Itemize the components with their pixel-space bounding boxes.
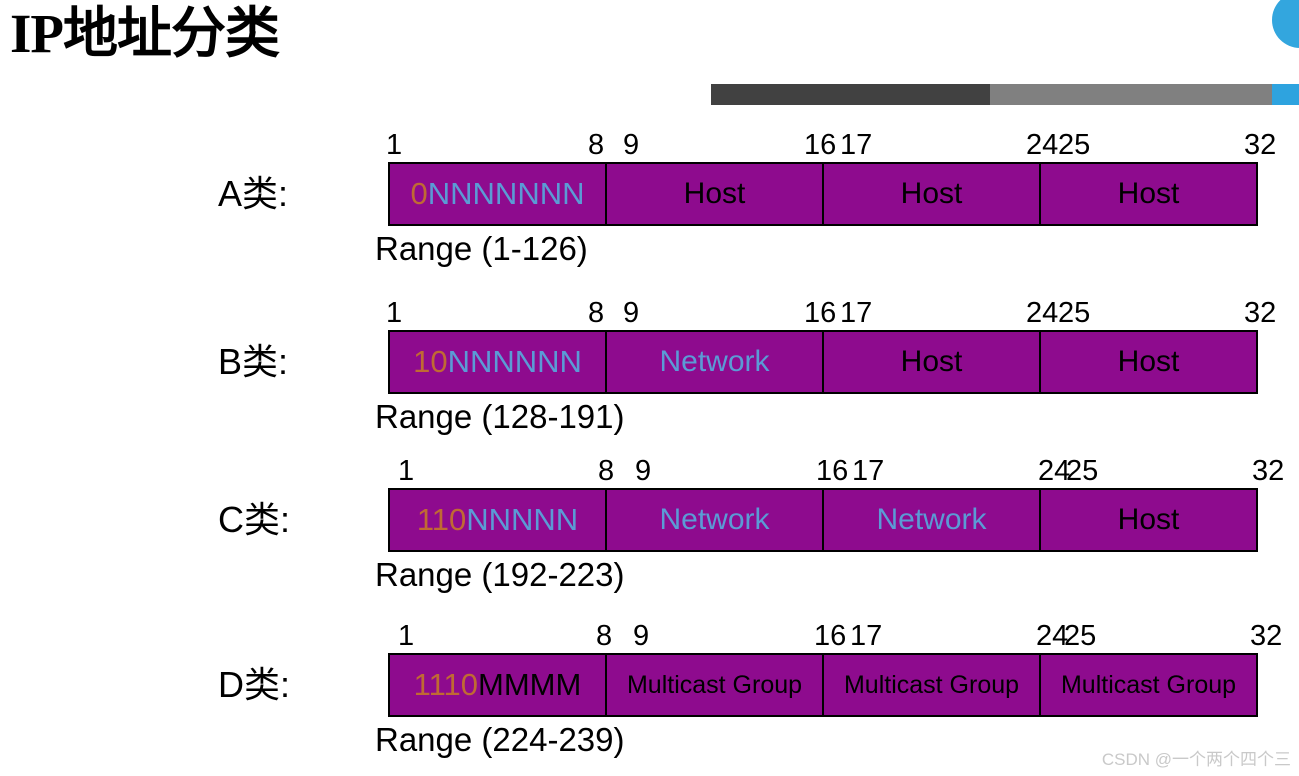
class-range-label: Range (128-191)	[375, 398, 625, 435]
watermark: CSDN @一个两个四个三	[1101, 750, 1291, 769]
bit-tick: 8	[598, 455, 615, 487]
prefix-bits: 0	[410, 176, 428, 211]
bit-tick: 1	[398, 620, 415, 652]
octet-block-pattern: 10 NNNNNN	[390, 332, 607, 392]
octet-blocks: 110 NNNNN Network Network Host	[388, 488, 1258, 552]
bit-tick: 1	[398, 455, 415, 487]
bit-tick: 32	[1250, 620, 1283, 652]
bit-scale: 1 8 9 16 17 24 25 32	[388, 620, 1282, 652]
bit-scale: 1 8 9 16 17 24 25 32	[386, 129, 1276, 161]
octet-block-network: Network	[607, 332, 824, 392]
decorative-circle	[1272, 0, 1299, 48]
bit-tick: 9	[623, 297, 640, 329]
bit-tick: 8	[588, 129, 605, 161]
class-label: B类:	[218, 341, 289, 382]
octet-block-host: Host	[824, 164, 1041, 224]
octet-block-host: Host	[824, 332, 1041, 392]
octet-block-network: Network	[607, 490, 824, 550]
variable-bits: NNNNNNN	[427, 176, 585, 211]
bit-tick: 25	[1066, 455, 1099, 487]
octet-block-pattern: 1110 MMMM	[390, 655, 607, 715]
bit-tick: 32	[1244, 297, 1277, 329]
bit-tick: 9	[635, 455, 652, 487]
decorative-bar	[711, 84, 1299, 105]
bit-tick: 1	[386, 129, 403, 161]
octet-block-pattern: 110 NNNNN	[390, 490, 607, 550]
class-range-label: Range (224-239)	[375, 721, 625, 758]
decorative-bar-segment-gray	[990, 84, 1272, 105]
bit-tick: 24	[1026, 297, 1059, 329]
variable-bits: NNNNNN	[447, 344, 582, 379]
bit-tick: 25	[1058, 129, 1091, 161]
class-range-label: Range (1-126)	[375, 230, 588, 267]
octet-blocks: 1110 MMMM Multicast Group Multicast Group Mu…	[388, 653, 1258, 717]
bit-tick: 8	[588, 297, 605, 329]
bit-tick: 32	[1244, 129, 1277, 161]
bit-tick: 16	[804, 297, 837, 329]
variable-bits: NNNNN	[466, 502, 579, 537]
octet-block-host: Host	[607, 164, 824, 224]
bit-tick: 17	[852, 455, 885, 487]
bit-tick: 17	[840, 129, 873, 161]
page-title: IP地址分类	[10, 3, 280, 64]
bit-tick: 8	[596, 620, 613, 652]
octet-block-host: Host	[1041, 490, 1256, 550]
bit-tick: 16	[814, 620, 847, 652]
bit-scale: 1 8 9 16 17 24 25 32	[388, 455, 1284, 487]
bit-tick: 25	[1058, 297, 1091, 329]
bit-tick: 32	[1252, 455, 1285, 487]
class-range-label: Range (192-223)	[375, 556, 625, 593]
bit-tick: 17	[850, 620, 883, 652]
octet-blocks: 0 NNNNNNN Host Host Host	[388, 162, 1258, 226]
octet-block-network: Network	[824, 490, 1041, 550]
bit-tick: 16	[816, 455, 849, 487]
bit-tick: 16	[804, 129, 837, 161]
class-label: C类:	[218, 499, 291, 540]
bit-tick: 25	[1064, 620, 1097, 652]
octet-block-host: Host	[1041, 164, 1256, 224]
octet-block-host: Host	[1041, 332, 1256, 392]
bit-tick: 9	[623, 129, 640, 161]
octet-block-mcast: Multicast Group	[824, 655, 1041, 715]
prefix-bits: 10	[413, 344, 448, 379]
prefix-bits: 1110	[413, 667, 479, 702]
bit-tick: 1	[386, 297, 403, 329]
prefix-bits: 110	[416, 502, 467, 537]
octet-blocks: 10 NNNNNN Network Host Host	[388, 330, 1258, 394]
octet-block-mcast: Multicast Group	[1041, 655, 1256, 715]
bit-tick: 17	[840, 297, 873, 329]
decorative-bar-segment-blue	[1272, 84, 1299, 105]
class-label: A类:	[218, 173, 289, 214]
bit-tick: 9	[633, 620, 650, 652]
variable-bits: MMMM	[478, 667, 582, 702]
class-label: D类:	[218, 664, 291, 705]
bit-tick: 24	[1026, 129, 1059, 161]
decorative-bar-segment-dark	[711, 84, 990, 105]
octet-block-pattern: 0 NNNNNNN	[390, 164, 607, 224]
bit-scale: 1 8 9 16 17 24 25 32	[386, 297, 1276, 329]
octet-block-mcast: Multicast Group	[607, 655, 824, 715]
